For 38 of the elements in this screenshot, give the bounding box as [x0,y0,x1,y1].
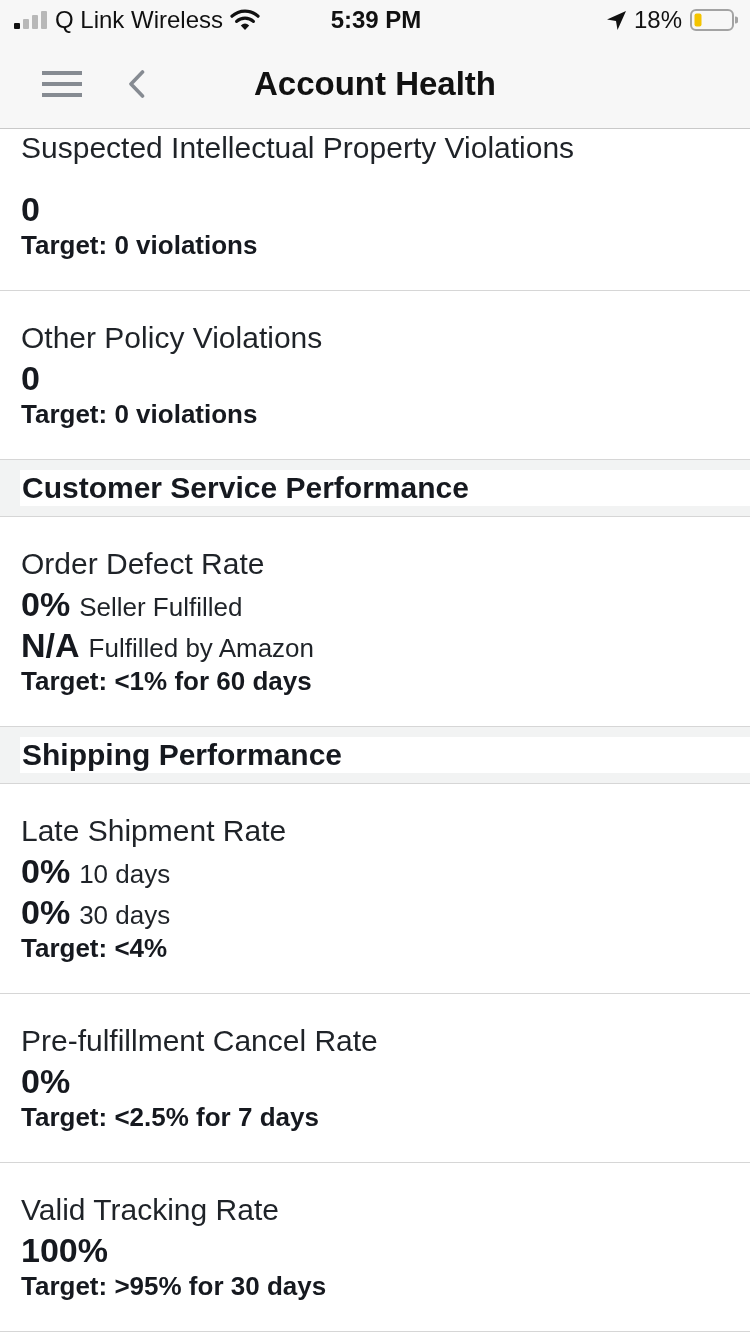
menu-button[interactable] [42,71,82,97]
location-arrow-icon [606,10,626,30]
metric-value: 0% [21,585,71,623]
metric-value: 0% [21,852,71,890]
target-text: Target: 0 violations [21,229,258,262]
value-scope: 30 days [79,900,171,930]
battery-icon [690,9,738,31]
metric-title: Order Defect Rate [21,546,265,582]
metric-title: Valid Tracking Rate [21,1192,279,1228]
section-heading: Customer Service Performance [20,470,750,506]
metric-title: Suspected Intellectual Property Violations [21,130,575,166]
metric-value: N/A [21,626,80,664]
target-text: Target: <2.5% for 7 days [21,1101,319,1134]
metric-value: 0 [21,359,40,397]
metric-value: 0 [21,190,40,228]
metric-value: 100% [21,1231,108,1269]
target-text: Target: <1% for 60 days [21,665,312,698]
wifi-icon [230,9,261,31]
metric-value: 0% [21,893,71,931]
section-heading: Shipping Performance [20,737,750,773]
target-text: Target: 0 violations [21,398,258,431]
metric-title: Other Policy Violations [21,320,323,356]
menu-icon [42,71,82,97]
chevron-left-icon [128,70,145,98]
value-scope: Seller Fulfilled [79,592,243,622]
value-scope: Fulfilled by Amazon [88,633,314,663]
battery-percent: 18% [633,6,682,34]
page-title: Account Health [254,64,496,104]
value-scope: 10 days [79,859,171,889]
metric-value: 0% [21,1062,71,1100]
metric-title: Late Shipment Rate [21,813,287,849]
status-time: 5:39 PM [330,6,422,34]
carrier-name: Q Link Wireless [55,6,224,34]
target-text: Target: <4% [21,932,168,965]
back-button[interactable] [128,70,145,98]
metric-title: Pre-fulfillment Cancel Rate [21,1023,378,1059]
target-text: Target: >95% for 30 days [21,1270,327,1303]
signal-icon [14,11,48,29]
